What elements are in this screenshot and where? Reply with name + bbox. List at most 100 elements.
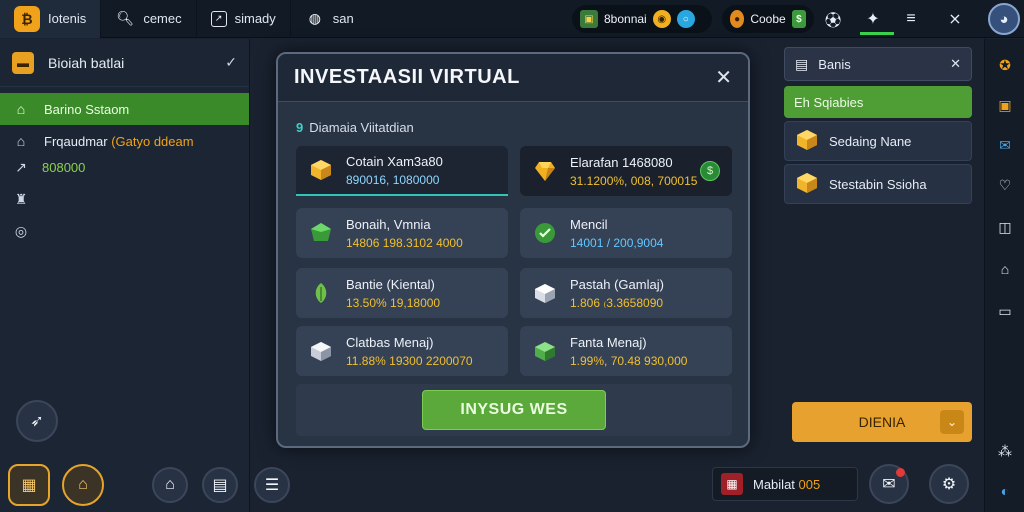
tab-brand-label: Iotenis — [48, 11, 87, 26]
camera-icon[interactable]: ◫ — [993, 215, 1017, 239]
invest-card[interactable]: Elarafan 1468080 31.1200%, 008, 700015 $ — [520, 146, 732, 196]
invest-modal: INVESTAASII VIRTUAL ✕ 9 Diamaia Viitatdi… — [276, 52, 750, 448]
gold-cube-icon — [795, 128, 819, 155]
card-name: Clatbas Menaj) — [346, 334, 434, 350]
sidebar-header[interactable]: ▬ Bioiah batlai ✓ — [0, 39, 249, 87]
sidebar-item-bookmark-label: Frqaudmar — [44, 133, 108, 149]
treasure-icon: ▣ — [580, 10, 598, 28]
right-panel-item[interactable]: Sedaing Nane — [784, 121, 972, 161]
right-panel-orange-button[interactable]: DIENIA ⌄ — [792, 402, 972, 442]
card-name: Fanta Menaj) — [570, 334, 647, 350]
blue-coin-icon: ○ — [676, 10, 695, 28]
check-icon: ✓ — [225, 54, 237, 70]
sidebar-item-home-label: Barino Sstaom — [44, 101, 130, 117]
status-pill[interactable]: ▦ Mabilat 005 — [712, 467, 858, 501]
resource-bar-a[interactable]: ▣ 8bonnai ◉ ○ — [572, 5, 712, 33]
invest-card[interactable]: Bantie (Kiental) 13.50% 19,18000 — [296, 268, 508, 318]
avatar[interactable]: ◕ — [988, 3, 1020, 35]
no-signal-icon[interactable]: ⨯ — [940, 4, 970, 34]
active-indicator — [860, 32, 894, 35]
right-panel-item-label: Stestabin Ssioha — [829, 176, 927, 192]
search-icon: 🔍︎ — [116, 10, 135, 26]
house-button[interactable]: ⌂ — [152, 467, 188, 503]
notification-dot — [896, 468, 905, 477]
rocket-icon: ➶ — [30, 413, 44, 430]
close-icon[interactable]: ✕ — [715, 65, 732, 90]
invest-card[interactable]: Fanta Menaj) 1.99%, 70.48 930,000 — [520, 326, 732, 376]
gift-button[interactable]: ✉ — [869, 464, 909, 504]
right-panel-header[interactable]: ▤ Banis ✕ — [784, 47, 972, 81]
subtitle-text: Diamaia Viitatdian — [309, 120, 414, 135]
card-name: Cotain Xam3a80 — [346, 153, 443, 169]
gear-icon[interactable]: ✪ — [993, 53, 1017, 77]
right-panel-item[interactable]: Stestabin Ssioha — [784, 164, 972, 204]
gift-icon: ✉ — [882, 476, 896, 493]
sidebar-item-value[interactable]: ↗ 808000 — [0, 151, 249, 183]
invest-button[interactable]: INYSUG WES — [422, 390, 606, 430]
bank-icon: ☰ — [264, 477, 280, 494]
pin-icon[interactable]: ✦ — [858, 4, 888, 34]
sidebar-item-trophy[interactable]: ♜ — [0, 183, 249, 215]
tab-globe[interactable]: ◍ san — [291, 0, 368, 38]
rocket-button[interactable]: ➶ — [16, 400, 58, 442]
tab-search[interactable]: 🔍︎ cemec — [101, 0, 197, 38]
invest-card[interactable]: Mencil 14001 / 200,9004 — [520, 208, 732, 258]
card-icon[interactable]: ▣ — [993, 93, 1017, 117]
tab-search-label: cemec — [143, 11, 182, 26]
menu-icon[interactable]: ≡ — [896, 4, 926, 34]
right-panel-tab-active[interactable]: Eh Sqiabies — [784, 86, 972, 118]
sidebar-header-label: Bioiah batlai — [48, 54, 125, 71]
right-panel-header-label: Banis — [818, 56, 851, 72]
gold-cube-icon — [795, 171, 819, 198]
right-panel-orange-label: DIENIA — [858, 414, 906, 430]
leaf-icon — [308, 280, 334, 306]
sidebar-item-target[interactable]: ◎ — [0, 215, 249, 247]
invest-card[interactable]: Clatbas Menaj) 11.88% 19300 2200070 — [296, 326, 508, 376]
silver-cube-icon — [308, 338, 334, 364]
settings-button[interactable]: ⚙︎ — [929, 464, 969, 504]
tab-chart-label: simady — [234, 11, 276, 26]
tab-chart[interactable]: ↗ simady — [197, 0, 291, 38]
list-icon: ▤ — [795, 55, 809, 72]
resource-a-label: 8bonnai — [604, 12, 647, 26]
sidebar-item-value-text: 808000 — [42, 159, 86, 175]
home-icon: ⌂ — [16, 101, 26, 117]
folder-icon: ▬ — [12, 51, 34, 74]
tab-brand[interactable]: ₿ Iotenis — [0, 0, 102, 38]
shield-icon[interactable]: ♡ — [993, 173, 1017, 197]
shop-button[interactable]: ⌂ — [62, 464, 104, 506]
status-pill-label: Mabilat — [753, 476, 795, 492]
inventory-button[interactable]: ▦ — [8, 464, 50, 506]
sidebar-item-bookmark-extra: (Gatyo ddeam — [111, 133, 194, 149]
resource-b-label: Coobe — [750, 12, 786, 26]
sidebar-item-home[interactable]: ⌂ Barino Sstaom — [0, 93, 249, 125]
collapse-icon[interactable]: ✕ — [950, 56, 961, 72]
soccer-ball-icon[interactable]: ⚽︎ — [818, 4, 848, 34]
building-icon: ▦ — [21, 477, 37, 494]
invest-card[interactable]: Bonaih, Vmnia 14806 198.3102 4000 — [296, 208, 508, 258]
home-icon[interactable]: ⌂ — [993, 257, 1017, 281]
card-values: 1.99%, 70.48 930,000 — [570, 353, 688, 368]
card-name: Bantie (Kiental) — [346, 276, 435, 292]
chest-button[interactable]: ▤ — [202, 467, 238, 503]
invest-card[interactable]: Pastah (Gamlaj) 1.806 ₍3.3658090 — [520, 268, 732, 318]
mail-icon[interactable]: ✉ — [993, 133, 1017, 157]
up-arrow-icon: ↗ — [15, 158, 27, 175]
resource-bar-b[interactable]: ● Coobe $ — [722, 5, 814, 33]
gold-gem-icon — [532, 158, 558, 184]
sync-icon[interactable]: ◐ — [993, 479, 1017, 503]
bank-button[interactable]: ☰ — [254, 467, 290, 503]
chart-icon: ↗ — [210, 10, 227, 27]
card-name: Bonaih, Vmnia — [346, 216, 431, 232]
monitor-icon[interactable]: ▭ — [993, 299, 1017, 323]
cash-icon: $ — [791, 10, 806, 28]
card-values: 13.50% 19,18000 — [346, 295, 441, 310]
gold-coin-icon: ◉ — [652, 10, 671, 28]
card-name: Mencil — [570, 216, 608, 232]
gold-cube-icon — [308, 157, 334, 183]
chevron-down-icon: ⌄ — [940, 410, 964, 434]
chest-icon: ▤ — [212, 477, 228, 494]
card-values: 11.88% 19300 2200070 — [346, 353, 473, 368]
invest-card[interactable]: Cotain Xam3a80 890016, 1080000 — [296, 146, 508, 196]
network-icon[interactable]: ⁂ — [993, 439, 1017, 463]
